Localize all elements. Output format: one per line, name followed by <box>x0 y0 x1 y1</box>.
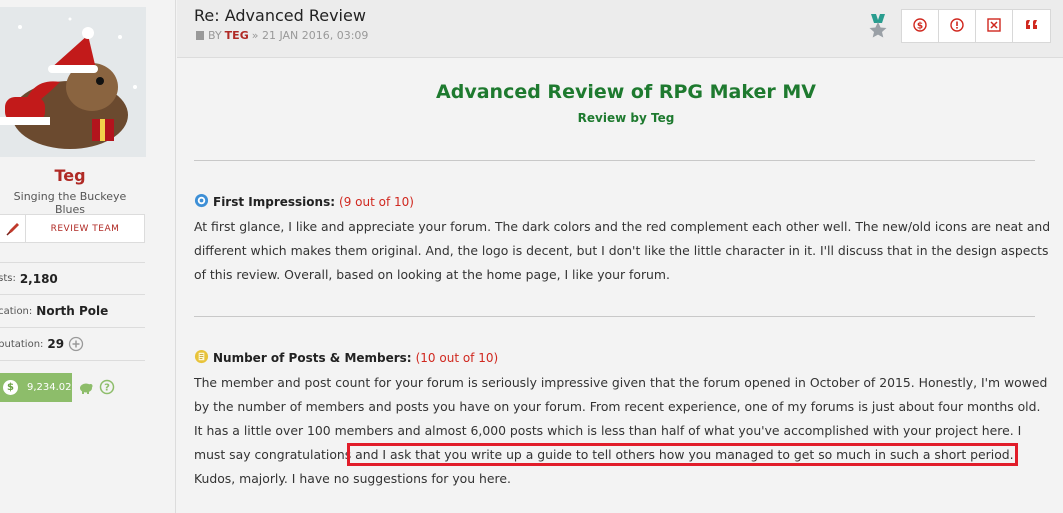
delete-icon <box>987 17 1001 36</box>
money-balance: $ 9,234.02 <box>0 373 72 402</box>
report-button[interactable] <box>939 10 976 42</box>
stat-location-value: North Pole <box>36 304 109 318</box>
post-action-buttons: $ <box>901 9 1051 43</box>
plus-circle-icon[interactable] <box>68 336 84 352</box>
highlighted-sentence: and I ask that you write up a guide to t… <box>347 443 1018 466</box>
stat-reputation-label: eputation: <box>0 338 44 350</box>
author-name[interactable]: Teg <box>0 166 140 185</box>
member-group-badge: REVIEW TEAM <box>0 214 145 243</box>
quote-icon <box>1025 17 1039 36</box>
section-label: First Impressions: <box>213 195 336 209</box>
quote-button[interactable] <box>1013 10 1050 42</box>
section-score: (9 out of 10) <box>339 195 414 209</box>
avatar[interactable] <box>0 7 146 157</box>
divider <box>194 160 1035 161</box>
stat-reputation: eputation: 29 <box>0 328 145 361</box>
stat-posts-label: osts: <box>0 273 16 284</box>
meta-author-link[interactable]: TEG <box>225 29 249 42</box>
note-icon <box>194 349 209 367</box>
post-title[interactable]: Re: Advanced Review <box>194 6 366 25</box>
pen-icon <box>0 215 26 242</box>
help-icon[interactable]: ? <box>99 379 115 399</box>
stat-posts: osts: 2,180 <box>0 262 145 295</box>
divider <box>194 316 1035 317</box>
section-text: At first glance, I like and appreciate y… <box>194 219 1051 282</box>
section-heading: First Impressions: (9 out of 10) <box>194 193 414 211</box>
post-meta: BY TEG » 21 JAN 2016, 03:09 <box>196 29 368 42</box>
delete-button[interactable] <box>976 10 1013 42</box>
document-icon <box>196 31 204 40</box>
piggy-bank-icon[interactable] <box>78 379 94 399</box>
stat-posts-value: 2,180 <box>19 271 58 286</box>
meta-date: » 21 JAN 2016, 03:09 <box>251 29 369 42</box>
badge-label: REVIEW TEAM <box>50 223 120 234</box>
author-panel: Teg Singing the Buckeye Blues REVIEW TEA… <box>0 0 176 513</box>
author-title: Singing the Buckeye Blues <box>13 190 127 216</box>
medal-icon[interactable] <box>868 14 888 42</box>
stat-location: ocation: North Pole <box>0 295 145 328</box>
svg-text:?: ? <box>104 383 110 394</box>
review-heading: Advanced Review of RPG Maker MV <box>436 81 816 103</box>
stat-location-label: ocation: <box>0 305 33 317</box>
section-label: Number of Posts & Members: <box>213 351 412 365</box>
donate-button[interactable]: $ <box>902 10 939 42</box>
section-heading: Number of Posts & Members: (10 out of 10… <box>194 349 498 367</box>
stat-reputation-value: 29 <box>47 337 65 351</box>
dollar-coin-icon: $ <box>3 380 18 395</box>
svg-text:$: $ <box>917 21 923 31</box>
post-header: Re: Advanced Review BY TEG » 21 JAN 2016… <box>177 0 1063 58</box>
section-text: The member and post count for your forum… <box>194 371 1052 491</box>
post-body: Advanced Review of RPG Maker MV Review b… <box>177 59 1063 513</box>
section-score: (10 out of 10) <box>415 351 499 365</box>
review-subheading: Review by Teg <box>577 111 675 125</box>
dollar-icon: $ <box>913 17 927 36</box>
meta-by: BY <box>208 29 222 42</box>
money-value: 9,234.02 <box>27 382 72 393</box>
report-icon <box>950 17 964 36</box>
gear-icon <box>194 193 209 211</box>
section-text-part: Kudos, majorly. I have no suggestions fo… <box>194 471 511 486</box>
